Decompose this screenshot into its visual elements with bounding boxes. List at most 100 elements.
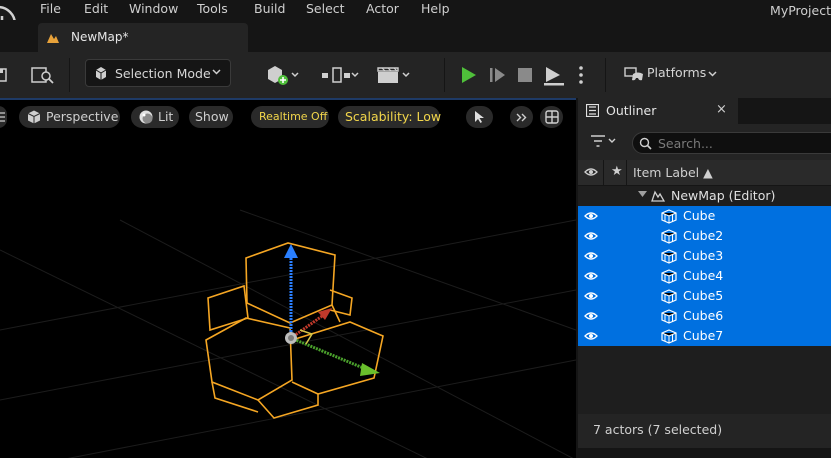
search-placeholder: Search... xyxy=(658,136,713,151)
add-actor-icon[interactable] xyxy=(264,60,302,90)
tree-row-cube[interactable]: Cube xyxy=(578,206,831,226)
menu-select[interactable]: Select xyxy=(306,1,345,16)
outliner-header: Outliner × xyxy=(578,98,831,124)
viewport-layout-button[interactable] xyxy=(540,106,563,128)
view-mode-button[interactable]: Lit xyxy=(131,106,179,128)
outliner-title: Outliner xyxy=(606,103,657,118)
play-icon[interactable] xyxy=(458,60,480,90)
level-icon xyxy=(651,190,665,202)
chevron-down-icon xyxy=(708,71,717,77)
selected-cubes-outline[interactable] xyxy=(205,242,384,419)
tree-row-cube2[interactable]: Cube2 xyxy=(578,226,831,246)
visibility-eye-icon[interactable] xyxy=(584,311,598,321)
visibility-eye-icon[interactable] xyxy=(584,251,598,261)
static-mesh-icon xyxy=(661,309,677,324)
lit-sphere-icon xyxy=(139,110,153,124)
column-divider[interactable] xyxy=(603,160,604,186)
outliner-search-input[interactable]: Search... xyxy=(632,132,831,154)
menu-edit[interactable]: Edit xyxy=(84,1,108,16)
stop-icon[interactable] xyxy=(514,60,536,90)
hamburger-menu-icon xyxy=(0,112,5,122)
static-mesh-icon xyxy=(661,209,677,224)
item-label-column-header[interactable]: Item Label ▲ xyxy=(633,165,713,180)
static-mesh-icon xyxy=(661,229,677,244)
visibility-eye-icon[interactable] xyxy=(584,331,598,341)
toolbar-separator xyxy=(69,58,70,92)
visibility-eye-icon[interactable] xyxy=(584,231,598,241)
grid-layout-icon xyxy=(545,110,559,124)
realtime-off-badge[interactable]: Realtime Off xyxy=(251,106,329,128)
expand-arrow-icon[interactable] xyxy=(638,191,647,198)
platforms-label: Platforms xyxy=(647,65,707,80)
save-icon[interactable] xyxy=(0,60,10,90)
actor-count-label: 7 actors (7 selected) xyxy=(593,422,723,437)
selection-mode-dropdown[interactable]: Selection Mode xyxy=(85,59,231,87)
blueprints-icon[interactable] xyxy=(320,60,360,90)
menu-actor[interactable]: Actor xyxy=(366,1,399,16)
selection-mode-icon xyxy=(95,67,107,80)
filter-icon[interactable] xyxy=(590,134,616,148)
outliner-bottom-edge xyxy=(578,448,831,458)
selection-mode-label: Selection Mode xyxy=(115,66,211,81)
chevron-down-icon xyxy=(212,69,221,75)
visibility-column-eye-icon[interactable] xyxy=(584,167,598,177)
cinematics-icon[interactable] xyxy=(376,60,414,90)
tree-row-label: Cube4 xyxy=(683,268,724,283)
tree-row-label: Cube6 xyxy=(683,308,724,323)
tree-row-cube5[interactable]: Cube5 xyxy=(578,286,831,306)
tree-row-label: NewMap (Editor) xyxy=(671,188,776,203)
tree-row-label: Cube5 xyxy=(683,288,724,303)
document-tab-strip: NewMap* xyxy=(0,20,831,52)
eject-icon[interactable] xyxy=(541,60,567,90)
viewport-options-button[interactable] xyxy=(0,106,7,128)
show-button[interactable]: Show xyxy=(189,106,233,128)
tree-row-cube4[interactable]: Cube4 xyxy=(578,266,831,286)
static-mesh-icon xyxy=(661,289,677,304)
column-divider[interactable] xyxy=(626,160,627,186)
more-options-icon[interactable] xyxy=(575,60,587,90)
perspective-label: Perspective xyxy=(46,109,119,124)
tree-row-cube7[interactable]: Cube7 xyxy=(578,326,831,346)
viewport-scene[interactable] xyxy=(0,100,576,458)
select-tool-button[interactable] xyxy=(466,106,493,128)
tree-row-label: Cube3 xyxy=(683,248,724,263)
outliner-column-header: ★ Item Label ▲ xyxy=(578,160,831,186)
outliner-panel: Outliner × Search... ★ Item Label ▲ NewM… xyxy=(578,98,831,458)
tree-row-label: Cube xyxy=(683,208,716,223)
tree-row-root[interactable]: NewMap (Editor) xyxy=(578,186,831,206)
outliner-icon xyxy=(586,104,599,117)
cursor-arrow-icon xyxy=(475,111,484,123)
visibility-eye-icon[interactable] xyxy=(584,291,598,301)
menu-file[interactable]: File xyxy=(40,1,61,16)
perspective-button[interactable]: Perspective xyxy=(19,106,120,128)
advance-frame-icon[interactable] xyxy=(486,60,508,90)
visibility-eye-icon[interactable] xyxy=(584,271,598,281)
menu-bar: File Edit Window Tools Build Select Acto… xyxy=(0,0,831,43)
menu-window[interactable]: Window xyxy=(129,1,178,16)
tree-row-cube3[interactable]: Cube3 xyxy=(578,246,831,266)
level-icon xyxy=(47,34,59,43)
browse-content-icon[interactable] xyxy=(30,60,56,90)
level-viewport[interactable]: Perspective Lit Show Realtime Off Scalab… xyxy=(0,98,576,458)
pinned-column-star-icon[interactable]: ★ xyxy=(611,164,623,179)
tab-outliner[interactable]: Outliner × xyxy=(578,98,738,124)
outliner-status-bar: 7 actors (7 selected) xyxy=(578,414,831,448)
toolbar-separator xyxy=(444,58,445,92)
tree-row-cube6[interactable]: Cube6 xyxy=(578,306,831,326)
realtime-label: Realtime Off xyxy=(259,110,328,123)
toolbar-separator xyxy=(605,58,606,92)
menu-build[interactable]: Build xyxy=(254,1,285,16)
close-icon[interactable]: × xyxy=(716,102,727,117)
menu-help[interactable]: Help xyxy=(421,1,450,16)
outliner-search-row: Search... xyxy=(578,124,831,160)
lit-label: Lit xyxy=(158,109,174,124)
viewport-toolbar: Perspective Lit Show Realtime Off Scalab… xyxy=(0,104,576,130)
scalability-label: Scalability: Low xyxy=(345,109,442,124)
expand-toolbar-button[interactable] xyxy=(510,106,533,128)
static-mesh-icon xyxy=(661,329,677,344)
tab-newmap[interactable]: NewMap* xyxy=(38,23,248,52)
visibility-eye-icon[interactable] xyxy=(584,211,598,221)
scalability-badge[interactable]: Scalability: Low xyxy=(338,106,442,128)
menu-tools[interactable]: Tools xyxy=(197,1,228,16)
tree-row-label: Cube2 xyxy=(683,228,724,243)
